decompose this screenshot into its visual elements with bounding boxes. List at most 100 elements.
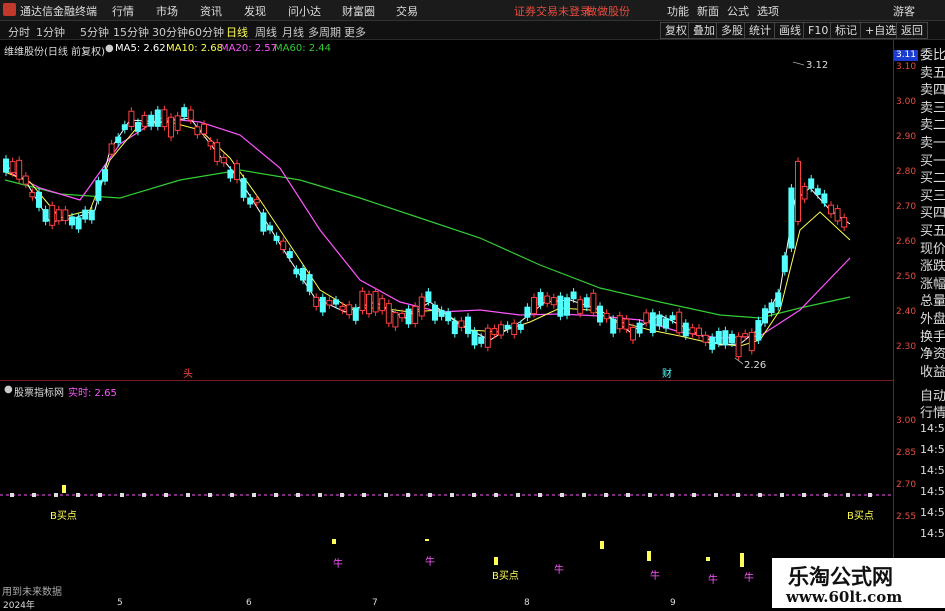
indicator-dot bbox=[824, 493, 828, 497]
indicator-tick: 2.55 bbox=[896, 512, 917, 522]
menu-trade[interactable]: 交易 bbox=[396, 3, 418, 19]
price-tick: 2.40 bbox=[896, 307, 917, 317]
period-60min[interactable]: 60分钟 bbox=[188, 24, 224, 40]
price-tick: 2.80 bbox=[896, 167, 917, 177]
quote-field-label: 买三 bbox=[920, 188, 945, 204]
quote-field-label: 买四 bbox=[920, 206, 945, 222]
candle-body bbox=[207, 140, 214, 147]
candle-body bbox=[649, 312, 656, 333]
current-price-tag: 3.11 bbox=[894, 50, 918, 61]
buy-signal-char: 牛 bbox=[708, 573, 718, 586]
menu-function[interactable]: 功能 bbox=[667, 3, 689, 19]
candle-body bbox=[484, 327, 491, 348]
candle-body bbox=[88, 209, 95, 221]
period-5min[interactable]: 5分钟 bbox=[80, 24, 109, 40]
candle-body bbox=[220, 157, 227, 164]
app-logo-icon bbox=[3, 3, 16, 16]
buy-point-label-mid: B买点 bbox=[492, 570, 519, 582]
menu-options[interactable]: 选项 bbox=[757, 3, 779, 19]
candle-body bbox=[359, 290, 366, 311]
candle-body bbox=[187, 109, 194, 121]
trade-time-label: 14:50 bbox=[920, 422, 945, 435]
trade-login-notice[interactable]: 证券交易未登录 bbox=[514, 3, 591, 19]
site-watermark: 乐淘公式网 www.60lt.com bbox=[772, 558, 945, 608]
period-1min[interactable]: 1分钟 bbox=[36, 24, 65, 40]
account-notice[interactable]: 做做股份 bbox=[586, 3, 630, 19]
quote-field-label: 总量 bbox=[920, 294, 945, 310]
buy-signal-char: 牛 bbox=[333, 557, 343, 570]
candle-body bbox=[590, 292, 597, 314]
candle-body bbox=[696, 327, 702, 337]
candle-body bbox=[445, 311, 452, 322]
candle-body bbox=[201, 123, 207, 135]
menu-market[interactable]: 市场 bbox=[156, 3, 178, 19]
menu-market-quotes[interactable]: 行情 bbox=[112, 3, 134, 19]
auto-quote-label: 行情 bbox=[920, 406, 945, 421]
menu-wealth[interactable]: 财富圈 bbox=[342, 3, 375, 19]
indicator-dot bbox=[54, 493, 58, 497]
period-15min[interactable]: 15分钟 bbox=[113, 24, 149, 40]
candle-body bbox=[333, 299, 339, 305]
quote-field-label: 买一 bbox=[920, 153, 945, 169]
xaxis-label-jul: 7 bbox=[372, 598, 378, 608]
quote-field-label: 涨幅 bbox=[920, 276, 945, 292]
period-timeshare[interactable]: 分时 bbox=[8, 24, 30, 40]
menu-ask[interactable]: 问小达 bbox=[288, 3, 321, 19]
menu-bar: 通达信金融终端 行情 市场 资讯 发现 问小达 财富圈 交易 证券交易未登录 做… bbox=[0, 0, 945, 21]
indicator-dot bbox=[32, 493, 36, 497]
period-more[interactable]: 更多 bbox=[344, 24, 366, 40]
signal-bar bbox=[332, 539, 336, 544]
candle-body bbox=[326, 300, 333, 306]
menu-discover[interactable]: 发现 bbox=[244, 3, 266, 19]
candle-body bbox=[795, 160, 801, 222]
candle-body bbox=[115, 136, 122, 144]
candle-body bbox=[643, 312, 650, 324]
kline-chart[interactable]: 维维股份(日线 前复权) ● MA5: 2.62 MA10: 2.68 MA20… bbox=[0, 40, 893, 380]
quote-field-label: 卖二 bbox=[920, 118, 945, 134]
quote-field-label: 卖五 bbox=[920, 65, 945, 81]
candle-body bbox=[418, 296, 425, 317]
indicator-dot bbox=[10, 493, 14, 497]
period-30min[interactable]: 30分钟 bbox=[152, 24, 188, 40]
candle-body bbox=[168, 116, 174, 138]
candle-body bbox=[755, 320, 762, 341]
candle-body bbox=[148, 114, 155, 127]
menu-formula[interactable]: 公式 bbox=[727, 3, 749, 19]
draw-line-button[interactable]: 画线 bbox=[774, 22, 806, 39]
signal-bar bbox=[600, 541, 604, 549]
period-monthly[interactable]: 月线 bbox=[282, 24, 304, 40]
guest-user[interactable]: 游客 bbox=[893, 3, 915, 19]
candle-body bbox=[49, 204, 56, 226]
signal-bar bbox=[647, 551, 651, 561]
menu-news[interactable]: 资讯 bbox=[200, 3, 222, 19]
menu-new-screen[interactable]: 新面 bbox=[697, 3, 719, 19]
period-weekly[interactable]: 周线 bbox=[255, 24, 277, 40]
candle-body bbox=[451, 320, 458, 335]
candle-body bbox=[82, 209, 89, 220]
statistics-button[interactable]: 统计 bbox=[744, 22, 776, 39]
candle-body bbox=[405, 308, 412, 325]
candle-body bbox=[36, 191, 42, 208]
indicator-dot bbox=[802, 493, 806, 497]
indicator-chart[interactable]: ● 股票指标网 实时: 2.65 牛牛牛牛牛牛 B买点 B买点 B买点 用到未来… bbox=[0, 380, 893, 599]
candle-body bbox=[729, 333, 735, 344]
candle-body bbox=[735, 335, 742, 358]
period-daily[interactable]: 日线 bbox=[226, 24, 248, 40]
f10-button[interactable]: F10 bbox=[803, 22, 834, 39]
signal-bar bbox=[494, 557, 498, 565]
candle-body bbox=[352, 307, 359, 321]
candle-body bbox=[280, 240, 287, 251]
indicator-dot bbox=[318, 493, 322, 497]
indicator-dot bbox=[340, 493, 344, 497]
high-price-label: 3.12 bbox=[806, 60, 828, 71]
back-button[interactable]: 返回 bbox=[896, 22, 928, 39]
candle-body bbox=[564, 297, 570, 316]
candle-body bbox=[227, 169, 234, 179]
candle-body bbox=[841, 217, 848, 228]
indicator-dot bbox=[296, 493, 300, 497]
period-multi[interactable]: 多周期 bbox=[308, 24, 341, 40]
mark-button[interactable]: 标记 bbox=[830, 22, 862, 39]
indicator-dot bbox=[120, 493, 124, 497]
ma20-line bbox=[4, 117, 851, 339]
xaxis-label-year: 2024年 bbox=[3, 601, 35, 611]
